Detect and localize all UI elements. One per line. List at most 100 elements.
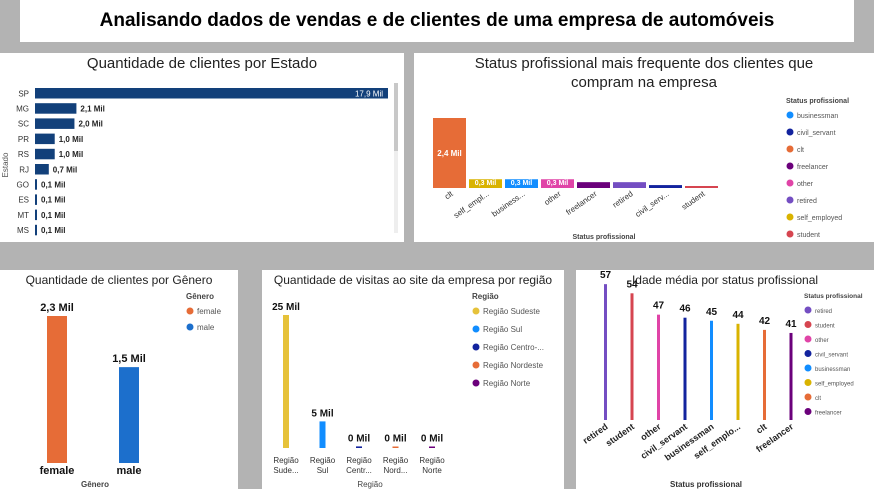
data-label: 0 Mil xyxy=(421,434,443,445)
tick-label: Região xyxy=(419,456,445,465)
bar xyxy=(604,284,607,420)
axis-title-x: Região xyxy=(357,480,383,489)
chart-estado: Estado SP 17,9 Mil MG 2,1 Mil SC 2,0 Mil PR 1,0 … xyxy=(1,83,398,236)
data-label: 0,7 Mil xyxy=(53,165,77,174)
tick-label: Região xyxy=(346,456,372,465)
tick-label: freelancer xyxy=(564,189,599,217)
data-label: 0 Mil xyxy=(384,434,406,445)
tick-label: self_empl... xyxy=(452,189,491,220)
data-label: 54 xyxy=(626,279,638,290)
bar xyxy=(789,332,793,420)
tick-label: MG xyxy=(16,104,29,113)
panel-clientes-por-estado: Quantidade de clientes por Estado Estado… xyxy=(0,53,404,242)
panel-visitas-por-regiao: Quantidade de visitas ao site da empresa… xyxy=(262,270,564,489)
data-label: 0,1 Mil xyxy=(41,226,65,235)
bar xyxy=(35,209,37,221)
data-label: 1,0 Mil xyxy=(59,135,83,144)
bar xyxy=(356,446,362,448)
legend-title: Região xyxy=(472,292,499,301)
bar xyxy=(47,316,67,463)
legend-label: freelancer xyxy=(815,411,842,417)
scrollbar-thumb xyxy=(394,83,398,151)
legend-marker xyxy=(472,379,480,387)
data-label: 42 xyxy=(759,316,771,327)
data-label: 2,0 Mil xyxy=(78,120,102,129)
legend-marker xyxy=(786,213,794,221)
tick-label: self_emplo... xyxy=(692,421,742,460)
legend-label: businessman xyxy=(797,113,838,120)
data-label: 5 Mil xyxy=(311,408,333,419)
legend-label: clt xyxy=(797,147,804,154)
legend-label: other xyxy=(797,181,814,188)
bar xyxy=(35,88,388,99)
bar xyxy=(736,323,740,420)
bar xyxy=(119,367,139,463)
legend-title: Gênero xyxy=(186,292,214,301)
legend-marker xyxy=(804,350,812,357)
legend-marker xyxy=(786,179,794,187)
legend-label: Região Norte xyxy=(483,379,531,388)
legend-label: freelancer xyxy=(797,164,829,171)
legend-marker xyxy=(786,111,794,119)
legend-label: male xyxy=(197,323,215,332)
panel-clientes-por-genero: Quantidade de clientes por Gênero 2,3 Mi… xyxy=(0,270,238,489)
data-label: 1,0 Mil xyxy=(59,150,83,159)
tick-label: Sul xyxy=(317,466,329,475)
tick-label: other xyxy=(543,189,563,207)
bar xyxy=(35,103,77,114)
data-label: 0,3 Mil xyxy=(511,180,532,187)
data-label: 41 xyxy=(785,319,797,330)
data-label: 44 xyxy=(732,310,744,321)
tick-label: clt xyxy=(754,421,768,435)
legend-marker xyxy=(804,321,812,328)
axis-title-x: Status profissional xyxy=(572,234,635,241)
bar xyxy=(613,182,646,188)
chart-genero: 2,3 Mil female 1,5 Mil male Gênero Gênero fema… xyxy=(40,292,222,489)
bar xyxy=(685,186,718,188)
legend-label: civil_servant xyxy=(797,130,836,137)
bar xyxy=(763,329,766,420)
data-label: 17,9 Mil xyxy=(355,89,383,98)
data-label: 0,3 Mil xyxy=(475,180,496,187)
legend-marker xyxy=(786,230,794,238)
tick-label: Sude... xyxy=(273,466,298,475)
tick-label: Região xyxy=(383,456,409,465)
legend-marker xyxy=(786,128,794,136)
legend-marker xyxy=(472,307,480,315)
panel-status-profissional: Status profissional mais frequente dos c… xyxy=(414,53,874,242)
bar xyxy=(35,133,55,145)
chart-idade: 57 retired 54 student 47 other 46 civil_servant… xyxy=(581,270,863,489)
chart-status: 2,4 Mil clt 0,3 Mil self_empl... 0,3 Mil busi… xyxy=(433,98,849,241)
legend-label: Região Nordeste xyxy=(483,361,544,370)
tick-label: retired xyxy=(611,189,635,209)
tick-label: MS xyxy=(17,226,29,235)
data-label: 45 xyxy=(706,307,718,318)
legend-marker xyxy=(786,145,794,153)
bar xyxy=(657,314,660,420)
legend-label: civil_servant xyxy=(815,353,848,359)
data-label: 25 Mil xyxy=(272,302,300,313)
bar xyxy=(35,224,37,236)
bar xyxy=(683,317,687,420)
bar xyxy=(35,179,37,190)
data-label: 0,3 Mil xyxy=(547,180,568,187)
tick-label: SC xyxy=(18,120,29,129)
tick-label: RJ xyxy=(19,165,29,174)
legend-marker xyxy=(804,306,812,314)
tick-label: ES xyxy=(18,196,29,205)
tick-label: civil_serv... xyxy=(634,189,671,219)
legend-label: student xyxy=(815,324,835,330)
data-label: 2,4 Mil xyxy=(437,149,461,158)
axis-title-x: Status profissional xyxy=(670,480,742,489)
bar xyxy=(35,118,75,129)
data-label: 0 Mil xyxy=(348,433,370,444)
legend-label: Região Sudeste xyxy=(483,307,540,316)
tick-label: MT xyxy=(17,211,29,220)
legend-label: other xyxy=(815,338,829,344)
legend-label: retired xyxy=(797,198,817,205)
data-label: 47 xyxy=(653,301,665,312)
legend-marker xyxy=(804,408,812,415)
legend-label: clt xyxy=(815,396,821,402)
bar xyxy=(392,446,399,448)
legend-marker xyxy=(804,364,812,372)
